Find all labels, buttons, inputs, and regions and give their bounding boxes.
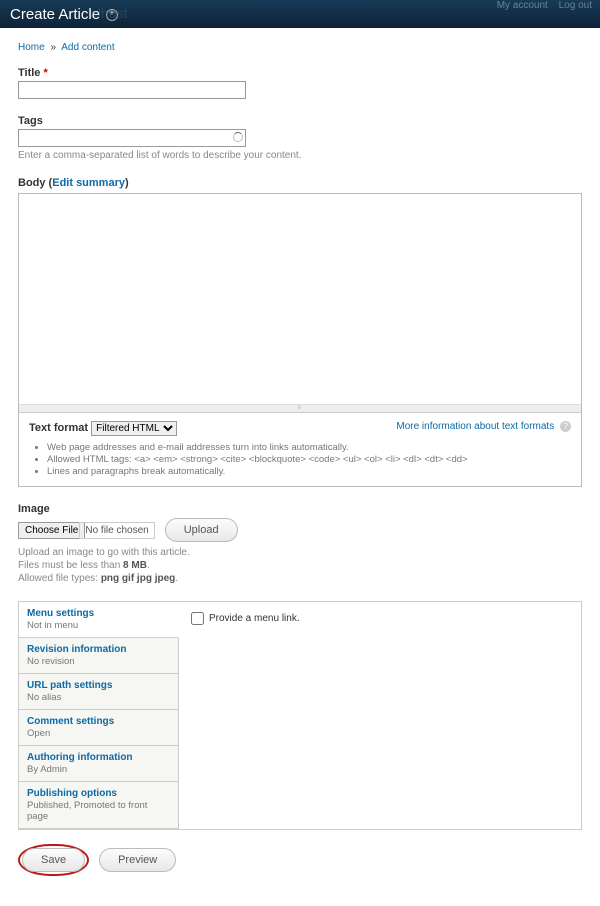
tab-authoring-info[interactable]: Authoring information By Admin <box>19 746 178 782</box>
image-help-2a: Files must be less than <box>18 560 123 571</box>
upload-button[interactable]: Upload <box>165 518 238 542</box>
page-heading: Create Article <box>10 6 100 23</box>
breadcrumb: Home » Add content <box>18 42 582 53</box>
image-label: Image <box>18 503 582 515</box>
breadcrumb-sep: » <box>50 42 56 53</box>
vertical-tabs-list: Menu settings Not in menu Revision infor… <box>19 602 179 829</box>
form-actions: Save Preview <box>18 844 582 876</box>
title-label-text: Title <box>18 67 40 79</box>
ghost-text: alhost <box>90 5 127 21</box>
tab-summary: Not in menu <box>27 620 78 631</box>
admin-toolbar: Create Article alhost My account Log out <box>0 0 600 28</box>
tab-url-path[interactable]: URL path settings No alias <box>19 674 178 710</box>
tags-help: Enter a comma-separated list of words to… <box>18 150 582 161</box>
text-format-select[interactable]: Filtered HTML <box>91 421 177 436</box>
menu-link-label-text: Provide a menu link. <box>209 613 300 624</box>
image-help-3b: png gif jpg jpeg <box>101 573 175 584</box>
format-tip: Lines and paragraphs break automatically… <box>47 466 571 477</box>
tab-summary: No revision <box>27 656 75 667</box>
title-section: Title * <box>18 67 582 99</box>
account-links: My account Log out <box>489 0 592 11</box>
tab-summary: Open <box>27 728 50 739</box>
no-file-text: No file chosen <box>79 522 154 539</box>
title-label: Title * <box>18 67 582 79</box>
autocomplete-spinner-icon <box>233 132 243 142</box>
image-help-2b: 8 MB <box>123 560 147 571</box>
choose-file-button[interactable]: Choose File <box>18 522 85 539</box>
page-body: Home » Add content Title * Tags Enter a … <box>0 28 600 906</box>
tags-input[interactable] <box>18 129 246 147</box>
tab-title: Comment settings <box>27 716 170 727</box>
more-info-link[interactable]: More information about text formats <box>396 421 554 432</box>
my-account-link[interactable]: My account <box>497 0 548 11</box>
body-label: Body (Edit summary) <box>18 177 582 189</box>
body-box: ≡ More information about text formats ? … <box>18 193 582 487</box>
tags-section: Tags Enter a comma-separated list of wor… <box>18 115 582 161</box>
body-label-prefix: Body ( <box>18 177 52 189</box>
body-textarea[interactable] <box>19 194 581 404</box>
tab-publishing-options[interactable]: Publishing options Published, Promoted t… <box>19 782 178 829</box>
file-row: Choose FileNo file chosen Upload <box>18 518 582 542</box>
tab-title: Menu settings <box>27 608 170 619</box>
tab-title: Revision information <box>27 644 170 655</box>
tab-title: URL path settings <box>27 680 170 691</box>
body-section: Body (Edit summary) ≡ More information a… <box>18 177 582 487</box>
title-input[interactable] <box>18 81 246 99</box>
menu-link-checkbox[interactable] <box>191 612 204 625</box>
edit-summary-link[interactable]: Edit summary <box>52 177 125 189</box>
image-help-1: Upload an image to go with this article. <box>18 547 190 558</box>
logout-link[interactable]: Log out <box>559 0 592 11</box>
vertical-tabs-pane: Provide a menu link. <box>179 602 581 829</box>
required-marker: * <box>43 67 47 79</box>
format-tip: Allowed HTML tags: <a> <em> <strong> <ci… <box>47 454 571 465</box>
vertical-tabs: Menu settings Not in menu Revision infor… <box>18 601 582 830</box>
save-highlight-circle: Save <box>18 844 89 876</box>
tab-revision-info[interactable]: Revision information No revision <box>19 638 178 674</box>
tab-title: Publishing options <box>27 788 170 799</box>
tab-title: Authoring information <box>27 752 170 763</box>
help-icon[interactable]: ? <box>560 421 571 432</box>
text-format-label: Text format <box>29 422 88 434</box>
image-help-2c: . <box>147 560 150 571</box>
tab-menu-settings[interactable]: Menu settings Not in menu <box>19 602 179 638</box>
format-tip: Web page addresses and e-mail addresses … <box>47 442 571 453</box>
image-help-3a: Allowed file types: <box>18 573 101 584</box>
tab-summary: Published, Promoted to front page <box>27 800 147 822</box>
image-section: Image Choose FileNo file chosen Upload U… <box>18 503 582 585</box>
image-help-3c: . <box>175 573 178 584</box>
breadcrumb-home[interactable]: Home <box>18 42 45 53</box>
tab-summary: No alias <box>27 692 61 703</box>
resize-grippie[interactable]: ≡ <box>19 404 581 412</box>
body-label-suffix: ) <box>125 177 129 189</box>
menu-link-checkbox-label[interactable]: Provide a menu link. <box>191 612 569 625</box>
breadcrumb-add-content[interactable]: Add content <box>61 42 114 53</box>
tags-label: Tags <box>18 115 582 127</box>
image-help: Upload an image to go with this article.… <box>18 546 582 585</box>
preview-button[interactable]: Preview <box>99 848 176 872</box>
tab-comment-settings[interactable]: Comment settings Open <box>19 710 178 746</box>
text-format-bar: More information about text formats ? Te… <box>19 412 581 486</box>
save-button[interactable]: Save <box>22 848 85 872</box>
format-help-link-wrap: More information about text formats ? <box>396 421 571 432</box>
tab-summary: By Admin <box>27 764 67 775</box>
format-tips: Web page addresses and e-mail addresses … <box>47 442 571 477</box>
